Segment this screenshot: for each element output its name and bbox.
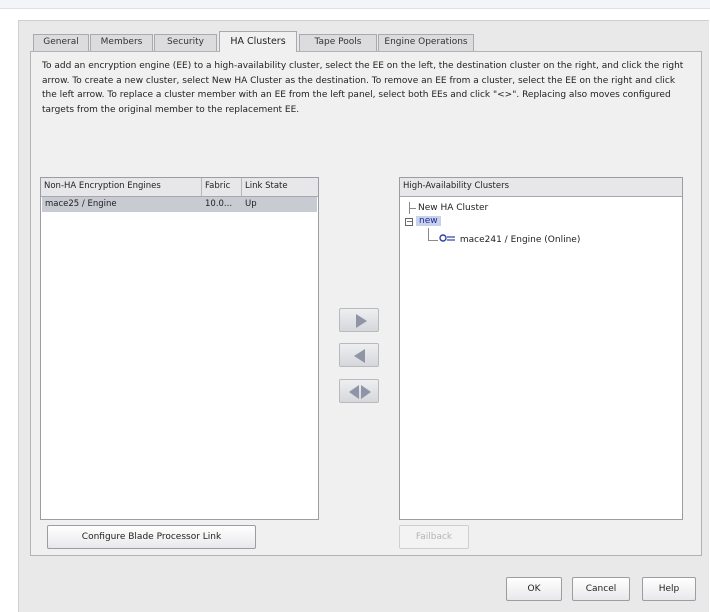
non-ha-engines-table[interactable]: Non-HA Encryption Engines Fabric Link St… <box>40 177 319 520</box>
column-header-link-state[interactable]: Link State <box>242 178 318 196</box>
tree-connector <box>409 208 416 209</box>
ha-clusters-panel: To add an encryption engine (EE) to a hi… <box>30 51 702 556</box>
engine-node-icon <box>439 234 455 242</box>
tab-tape-pools[interactable]: Tape Pools <box>299 34 377 51</box>
arrow-left-icon <box>354 349 365 363</box>
tab-general[interactable]: General <box>33 34 89 51</box>
tab-members[interactable]: Members <box>90 34 153 51</box>
remove-from-cluster-button[interactable] <box>339 343 379 367</box>
link-state-cell: Up <box>245 199 257 209</box>
cancel-button[interactable]: Cancel <box>572 577 630 601</box>
tree-connector <box>428 240 438 241</box>
column-header-engine[interactable]: Non-HA Encryption Engines <box>41 178 202 196</box>
tree-item-new-ha-cluster[interactable]: New HA Cluster <box>418 202 488 215</box>
tab-ha-clusters[interactable]: HA Clusters <box>219 31 297 52</box>
engine-cell: mace25 / Engine <box>45 199 117 209</box>
tree-header-label: High-Availability Clusters <box>403 181 510 191</box>
add-to-cluster-button[interactable] <box>339 308 379 332</box>
arrow-right-icon <box>356 314 367 328</box>
replace-member-button[interactable] <box>339 379 379 403</box>
tree-header: High-Availability Clusters <box>400 178 682 197</box>
tree-item-cluster-member[interactable]: mace241 / Engine (Online) <box>439 233 580 247</box>
tab-security[interactable]: Security <box>154 34 217 51</box>
window-top-border <box>0 0 710 9</box>
help-button[interactable]: Help <box>642 577 696 601</box>
member-label: mace241 / Engine (Online) <box>459 235 581 245</box>
fabric-cell: 10.0... <box>205 199 233 209</box>
arrow-left-right-icon <box>349 385 371 399</box>
cluster-name: new <box>416 216 441 226</box>
configure-blade-processor-link-button[interactable]: Configure Blade Processor Link <box>47 525 256 549</box>
collapse-icon[interactable]: − <box>405 218 413 226</box>
table-header: Non-HA Encryption Engines Fabric Link St… <box>41 178 318 197</box>
instructions-text: To add an encryption engine (EE) to a hi… <box>42 61 684 115</box>
tree-item-cluster[interactable]: new <box>416 215 441 228</box>
ok-button[interactable]: OK <box>506 577 562 601</box>
column-header-fabric[interactable]: Fabric <box>202 178 242 196</box>
tab-engine-operations[interactable]: Engine Operations <box>378 34 474 51</box>
table-row[interactable]: mace25 / Engine 10.0... Up <box>42 197 317 212</box>
ha-clusters-tree[interactable]: High-Availability Clusters New HA Cluste… <box>399 177 683 520</box>
failback-button[interactable]: Failback <box>399 525 469 549</box>
encryption-group-properties-dialog: General Members Security HA Clusters Tap… <box>18 20 709 612</box>
